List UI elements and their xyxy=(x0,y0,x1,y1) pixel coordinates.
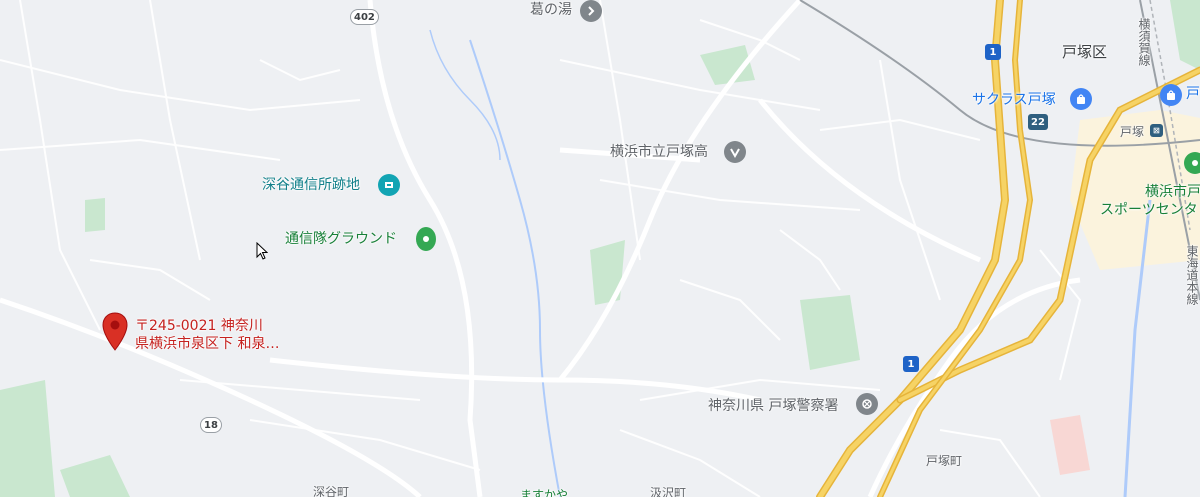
landmark-icon[interactable] xyxy=(378,174,400,196)
park-pin-icon[interactable] xyxy=(416,227,436,251)
map-canvas[interactable]: 葛の湯 深谷通信所跡地 通信隊グラウンド 横浜市立戸塚高 サクラス戸塚 戸 戸塚… xyxy=(0,0,1200,497)
totsuka-right-label[interactable]: 戸 xyxy=(1186,86,1200,102)
bottom-partial-label-2: 汲沢町 xyxy=(650,486,687,497)
yokosuka-line-label: 横須賀線 xyxy=(1137,18,1151,66)
mouse-cursor-icon xyxy=(256,241,269,264)
tsushintai-ground-label[interactable]: 通信隊グラウンド xyxy=(285,231,397,247)
sports-icon[interactable] xyxy=(1184,152,1200,174)
route-402-shield: 402 xyxy=(350,9,379,25)
totsuka-high-label[interactable]: 横浜市立戸塚高 xyxy=(610,144,708,160)
shopping-bag-icon-right[interactable] xyxy=(1160,84,1182,106)
fukaya-tsushin-label[interactable]: 深谷通信所跡地 xyxy=(262,177,360,193)
fukaya-cho-label: 深谷町 xyxy=(313,485,350,497)
school-icon[interactable] xyxy=(724,141,746,163)
route-18-shield: 18 xyxy=(200,417,222,433)
route-1-top-shield: 1 xyxy=(985,44,1001,60)
kuzu-no-yu-label[interactable]: 葛の湯 xyxy=(530,2,572,18)
totsuka-cho-label: 戸塚町 xyxy=(926,454,963,468)
map-base-layer xyxy=(0,0,1200,497)
poi-marker-icon[interactable] xyxy=(580,0,602,22)
bottom-partial-label-1: ますかや xyxy=(520,488,569,497)
sports-center-label-2[interactable]: スポーツセンタ xyxy=(1100,202,1198,218)
route-1-bottom-shield: 1 xyxy=(903,356,919,372)
selected-location-pin-icon[interactable] xyxy=(101,312,129,356)
totsuka-station-label[interactable]: 戸塚 xyxy=(1120,124,1144,140)
totsuka-ward-label: 戸塚区 xyxy=(1062,43,1108,61)
police-icon[interactable] xyxy=(856,393,878,415)
sakuras-totsuka-label[interactable]: サクラス戸塚 xyxy=(972,92,1056,108)
selected-place-line1[interactable]: 〒245-0021 神奈川 xyxy=(135,318,263,334)
police-label[interactable]: 神奈川県 戸塚警察署 xyxy=(708,398,838,414)
tokaido-line-label: 東海道本線 xyxy=(1185,245,1199,305)
route-22-shield: 22 xyxy=(1028,114,1048,130)
train-station-icon[interactable]: ⊠ xyxy=(1150,124,1163,137)
sports-center-label-1[interactable]: 横浜市戸 xyxy=(1145,184,1200,200)
shopping-bag-icon[interactable] xyxy=(1070,88,1092,110)
selected-place-line2[interactable]: 県横浜市泉区下 和泉… xyxy=(135,336,279,352)
